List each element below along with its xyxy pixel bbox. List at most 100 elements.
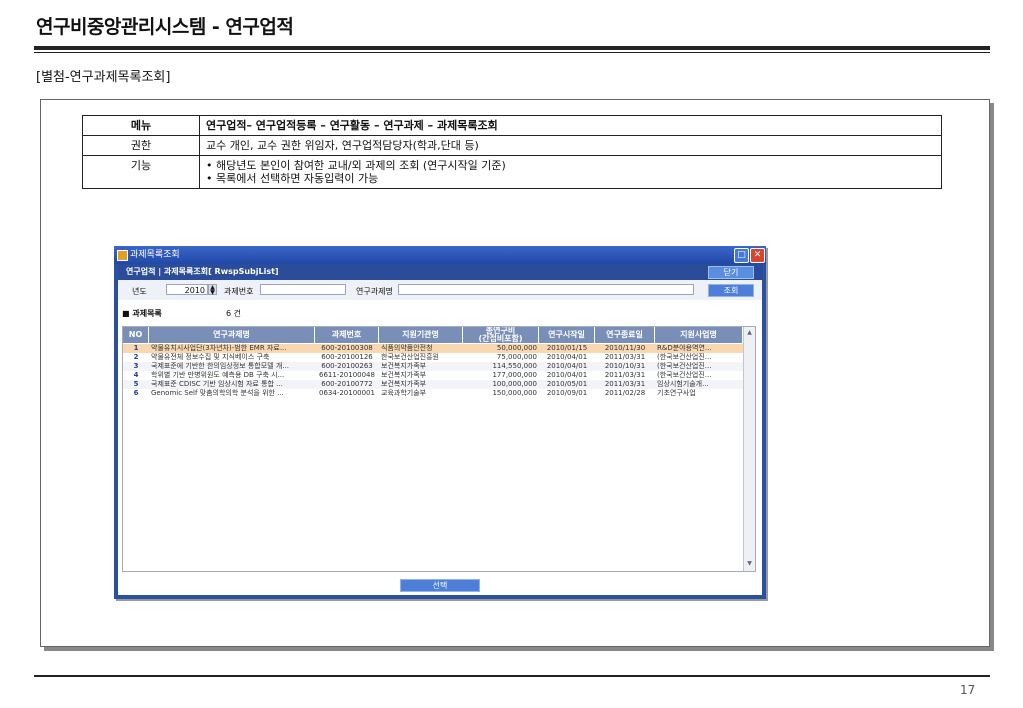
list-count: 6 건 xyxy=(226,309,241,318)
close-button[interactable]: 닫기 xyxy=(708,266,754,279)
subject-name-label: 연구과제명 xyxy=(356,287,393,296)
table-row[interactable]: 2 약물유전체 정보수집 및 지식베이스 구축 600-20100126 한국보… xyxy=(123,353,743,362)
cell-amount: 177,000,000 xyxy=(492,371,537,379)
subject-no-label: 과제번호 xyxy=(224,287,254,296)
cell-name: 국제표준에 기반한 한의임상정보 통합모델 개... xyxy=(151,362,289,370)
function-line-2: • 목록에서 선택하면 자동입력이 가능 xyxy=(206,172,379,185)
cell-code: 6611-20100048 xyxy=(319,371,375,379)
cell-agency: 보건복지가족부 xyxy=(381,362,427,370)
cell-no: 1 xyxy=(133,344,139,352)
table-row[interactable]: 5 국제표준 CDISC 기반 임상시험 자료 통합 ... 600-20100… xyxy=(123,380,743,389)
cell-agency: 보건복지가족부 xyxy=(381,371,427,379)
cell-name: 약물유치시사업단(3차년차)-범한 EMR 자료... xyxy=(151,344,287,352)
window-body: 연구업적 | 과제목록조회[ RwspSubjList] 닫기 년도 2010 … xyxy=(118,264,762,595)
table-row[interactable]: 1 약물유치시사업단(3차년차)-범한 EMR 자료... 600-201003… xyxy=(123,344,743,353)
cell-program: (한국보건산업진... xyxy=(657,362,712,370)
subject-list-window: 과제목록조회 □ ✕ 연구업적 | 과제목록조회[ RwspSubjList] … xyxy=(114,246,766,599)
cell-agency: 한국보건산업진흥원 xyxy=(381,353,439,361)
cell-program: R&D분야용역연... xyxy=(657,344,712,352)
subject-grid: NO 연구과제명 과제번호 지원기관명 총연구비 (간접비포함) 연구시작일 연… xyxy=(122,326,756,572)
cell-amount: 114,550,000 xyxy=(492,362,537,370)
year-input[interactable]: 2010 xyxy=(166,284,208,295)
col-header-agency[interactable]: 지원기관명 xyxy=(379,327,463,343)
cell-code: 600-20100263 xyxy=(321,362,373,370)
cell-amount: 50,000,000 xyxy=(496,344,537,352)
col-header-amount[interactable]: 총연구비 (간접비포함) xyxy=(463,327,539,343)
cell-name: 학위별 기반 만병위원도 예측용 DB 구축 시... xyxy=(151,371,285,379)
title-rule xyxy=(34,46,990,50)
title-rule-thin xyxy=(34,52,990,53)
cell-program: 기초연구사업 xyxy=(657,389,696,397)
table-row[interactable]: 3 국제표준에 기반한 한의임상정보 통합모델 개... 600-2010026… xyxy=(123,362,743,371)
scroll-up-icon[interactable]: ▲ xyxy=(745,328,754,337)
info-value: 교수 개인, 교수 권한 위임자, 연구업적담당자(학과,단대 등) xyxy=(199,135,942,156)
page-number: 17 xyxy=(960,683,976,697)
cell-code: 600-20100126 xyxy=(321,353,373,361)
col-header-name[interactable]: 연구과제명 xyxy=(149,327,315,343)
col-header-code[interactable]: 과제번호 xyxy=(315,327,379,343)
list-title: ■ 과제목록 xyxy=(122,309,162,318)
info-value: 연구업적– 연구업적등록 – 연구활동 – 연구과제 – 과제목록조회 xyxy=(199,115,942,136)
footer-rule xyxy=(34,675,990,677)
cell-start: 2010/05/01 xyxy=(546,380,588,388)
cell-end: 2010/11/30 xyxy=(604,344,646,352)
subject-no-input[interactable] xyxy=(260,284,346,295)
cell-amount: 100,000,000 xyxy=(492,380,537,388)
info-table: 메뉴 연구업적– 연구업적등록 – 연구활동 – 연구과제 – 과제목록조회 권… xyxy=(82,115,942,189)
col-header-start[interactable]: 연구시작일 xyxy=(539,327,595,343)
cell-amount: 150,000,000 xyxy=(492,389,537,397)
info-row-menu: 메뉴 연구업적– 연구업적등록 – 연구활동 – 연구과제 – 과제목록조회 xyxy=(82,115,942,136)
col-header-end[interactable]: 연구종료일 xyxy=(595,327,655,343)
cell-no: 5 xyxy=(133,380,139,388)
window-titlebar[interactable]: 과제목록조회 □ ✕ xyxy=(114,246,766,264)
info-key: 권한 xyxy=(82,135,200,156)
cell-program: (한국보건산업진... xyxy=(657,353,712,361)
info-key: 기능 xyxy=(82,155,200,189)
cell-program: (한국보건산업진... xyxy=(657,371,712,379)
cell-end: 2010/10/31 xyxy=(604,362,646,370)
maximize-icon[interactable]: □ xyxy=(734,248,749,263)
cell-name: 약물유전체 정보수집 및 지식베이스 구축 xyxy=(151,353,270,361)
cell-end: 2011/03/31 xyxy=(604,380,646,388)
cell-name: 국제표준 CDISC 기반 임상시험 자료 통합 ... xyxy=(151,380,283,388)
cell-code: 600-20100772 xyxy=(321,380,373,388)
cell-name: Genomic Self 맞춤의학의학 분석을 위한 ... xyxy=(151,389,284,397)
cell-agency: 식품의약품안전청 xyxy=(381,344,433,352)
table-row[interactable]: 6 Genomic Self 맞춤의학의학 분석을 위한 ... 0634-20… xyxy=(123,389,743,398)
scroll-down-icon[interactable]: ▼ xyxy=(745,559,754,568)
cell-start: 2010/04/01 xyxy=(546,371,588,379)
cell-start: 2010/04/01 xyxy=(546,353,588,361)
window-title: 과제목록조회 xyxy=(130,250,180,260)
year-spinner[interactable]: ▲ ▼ xyxy=(208,284,217,296)
info-key: 메뉴 xyxy=(82,115,200,136)
cell-no: 6 xyxy=(133,389,139,397)
cell-start: 2010/09/01 xyxy=(546,389,588,397)
cell-agency: 교육과학기술부 xyxy=(381,389,427,397)
cell-agency: 보건복지가족부 xyxy=(381,380,427,388)
info-row-permission: 권한 교수 개인, 교수 권한 위임자, 연구업적담당자(학과,단대 등) xyxy=(82,135,942,156)
search-bar: 년도 2010 ▲ ▼ 과제번호 연구과제명 조회 xyxy=(118,280,762,300)
cell-start: 2010/01/15 xyxy=(546,344,588,352)
cell-code: 600-20100308 xyxy=(321,344,373,352)
cell-no: 2 xyxy=(133,353,139,361)
cell-end: 2011/03/31 xyxy=(604,353,646,361)
cell-end: 2011/02/28 xyxy=(604,389,646,397)
col-header-program[interactable]: 지원사업명 xyxy=(655,327,743,343)
screen-path: 연구업적 | 과제목록조회[ RwspSubjList] xyxy=(126,267,279,276)
close-icon[interactable]: ✕ xyxy=(750,248,765,263)
search-button[interactable]: 조회 xyxy=(708,284,754,297)
col-header-no[interactable]: NO xyxy=(123,327,149,343)
info-value: • 해당년도 본인이 참여한 교내/외 과제의 조회 (연구시작일 기준) • … xyxy=(199,155,942,189)
function-line-1: • 해당년도 본인이 참여한 교내/외 과제의 조회 (연구시작일 기준) xyxy=(206,159,506,172)
cell-start: 2010/04/01 xyxy=(546,362,588,370)
cell-no: 4 xyxy=(133,371,139,379)
window-footer: 선택 xyxy=(118,576,762,595)
grid-scrollbar[interactable]: ▲ ▼ xyxy=(743,327,755,571)
subject-name-input[interactable] xyxy=(398,284,694,295)
table-row[interactable]: 4 학위별 기반 만병위원도 예측용 DB 구축 시... 6611-20100… xyxy=(123,371,743,380)
year-label: 년도 xyxy=(132,287,147,296)
cell-end: 2011/03/31 xyxy=(604,371,646,379)
cell-no: 3 xyxy=(133,362,139,370)
cell-amount: 75,000,000 xyxy=(496,353,537,361)
select-button[interactable]: 선택 xyxy=(400,579,480,592)
